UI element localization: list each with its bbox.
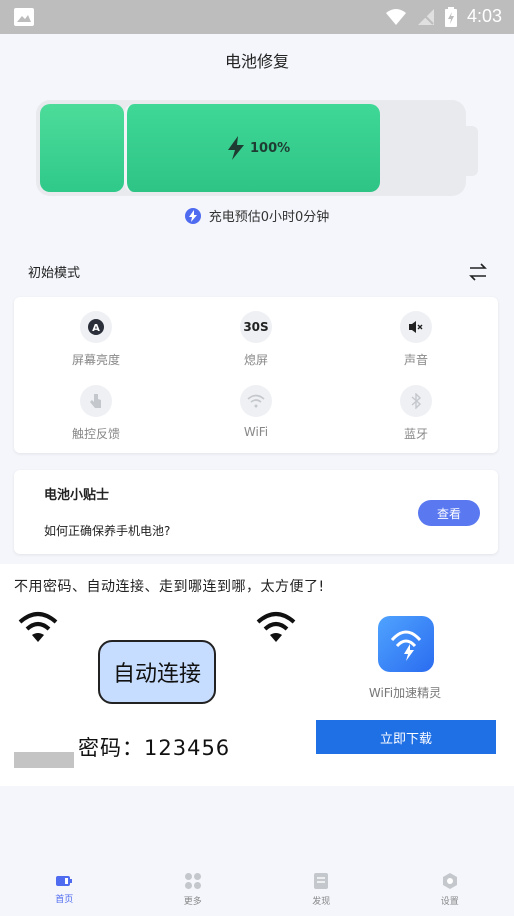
bluetooth-icon xyxy=(400,385,432,417)
charge-estimate: 充电预估0小时0分钟 xyxy=(0,206,514,225)
battery-graphic: 100% xyxy=(36,100,466,196)
wifi-booster-app-icon xyxy=(378,616,434,672)
battery-tip xyxy=(466,126,478,176)
lightning-icon xyxy=(228,136,244,160)
status-bar: 4:03 xyxy=(0,0,514,34)
cell-signal-icon xyxy=(417,8,434,25)
charge-estimate-text: 充电预估0小时0分钟 xyxy=(208,210,330,225)
brightness-icon: A xyxy=(80,311,112,343)
status-time: 4:03 xyxy=(466,6,502,26)
mode-item-screen-off[interactable]: 30S 熄屏 xyxy=(196,311,316,368)
screen-off-timer-icon: 30S xyxy=(240,311,272,343)
tab-settings[interactable]: 设置 xyxy=(386,862,514,916)
tab-home[interactable]: 首页 xyxy=(0,862,129,916)
grid-tab-icon xyxy=(184,872,201,889)
mode-item-touch[interactable]: 触控反馈 xyxy=(36,385,156,442)
battery-tips-card: 电池小贴士 如何正确保养手机电池? 查看 xyxy=(14,470,498,554)
lightning-badge-icon xyxy=(184,207,201,224)
battery-percent: 100% xyxy=(226,136,290,160)
tab-discover[interactable]: 发现 xyxy=(257,862,386,916)
tab-more[interactable]: 更多 xyxy=(129,862,258,916)
tips-question: 如何正确保养手机电池? xyxy=(44,524,171,538)
ad-banner[interactable]: 不用密码、自动连接、走到哪连到哪，太方便了! 自动连接 密码：123456 Wi… xyxy=(0,564,514,786)
mode-item-bluetooth[interactable]: 蓝牙 xyxy=(356,385,476,442)
mode-row: 初始模式 xyxy=(28,262,488,281)
image-notification-icon xyxy=(14,8,34,26)
touch-feedback-icon xyxy=(80,385,112,417)
ad-password-text: 密码：123456 xyxy=(78,736,231,760)
settings-tab-icon xyxy=(442,872,457,889)
tips-title: 电池小贴士 xyxy=(44,488,110,503)
mode-settings-card: A 屏幕亮度 30S 熄屏 声音 触控反馈 WiFi 蓝牙 xyxy=(14,297,498,453)
mode-item-sound[interactable]: 声音 xyxy=(356,311,476,368)
bottom-tab-bar: 首页 更多 发现 设置 xyxy=(0,862,514,916)
wifi-icon xyxy=(256,612,296,642)
battery-tab-icon xyxy=(56,875,73,886)
battery-percent-text: 100% xyxy=(250,140,291,156)
view-tips-button[interactable]: 查看 xyxy=(418,500,480,526)
wifi-icon xyxy=(240,385,272,417)
document-tab-icon xyxy=(314,872,329,889)
download-button[interactable]: 立即下载 xyxy=(316,720,496,754)
mode-item-wifi[interactable]: WiFi xyxy=(196,385,316,439)
wifi-icon xyxy=(18,612,58,642)
battery-charging-icon xyxy=(444,6,457,27)
battery-fill-segment xyxy=(40,104,124,192)
ad-app-name: WiFi加速精灵 xyxy=(368,686,442,700)
svg-text:A: A xyxy=(92,323,100,334)
mode-item-brightness[interactable]: A 屏幕亮度 xyxy=(36,311,156,368)
auto-connect-bubble: 自动连接 xyxy=(98,640,216,704)
switch-mode-icon[interactable] xyxy=(468,262,488,281)
ad-headline: 不用密码、自动连接、走到哪连到哪，太方便了! xyxy=(14,579,325,595)
page-title: 电池修复 xyxy=(224,52,289,71)
app-screen: 电池修复 100% 充电预估0小时0分钟 初始模式 A 屏幕亮度 30S 熄屏 … xyxy=(0,34,514,916)
ad-badge xyxy=(14,752,74,768)
sound-mute-icon xyxy=(400,311,432,343)
wifi-signal-icon xyxy=(385,8,406,25)
mode-label: 初始模式 xyxy=(28,266,81,281)
